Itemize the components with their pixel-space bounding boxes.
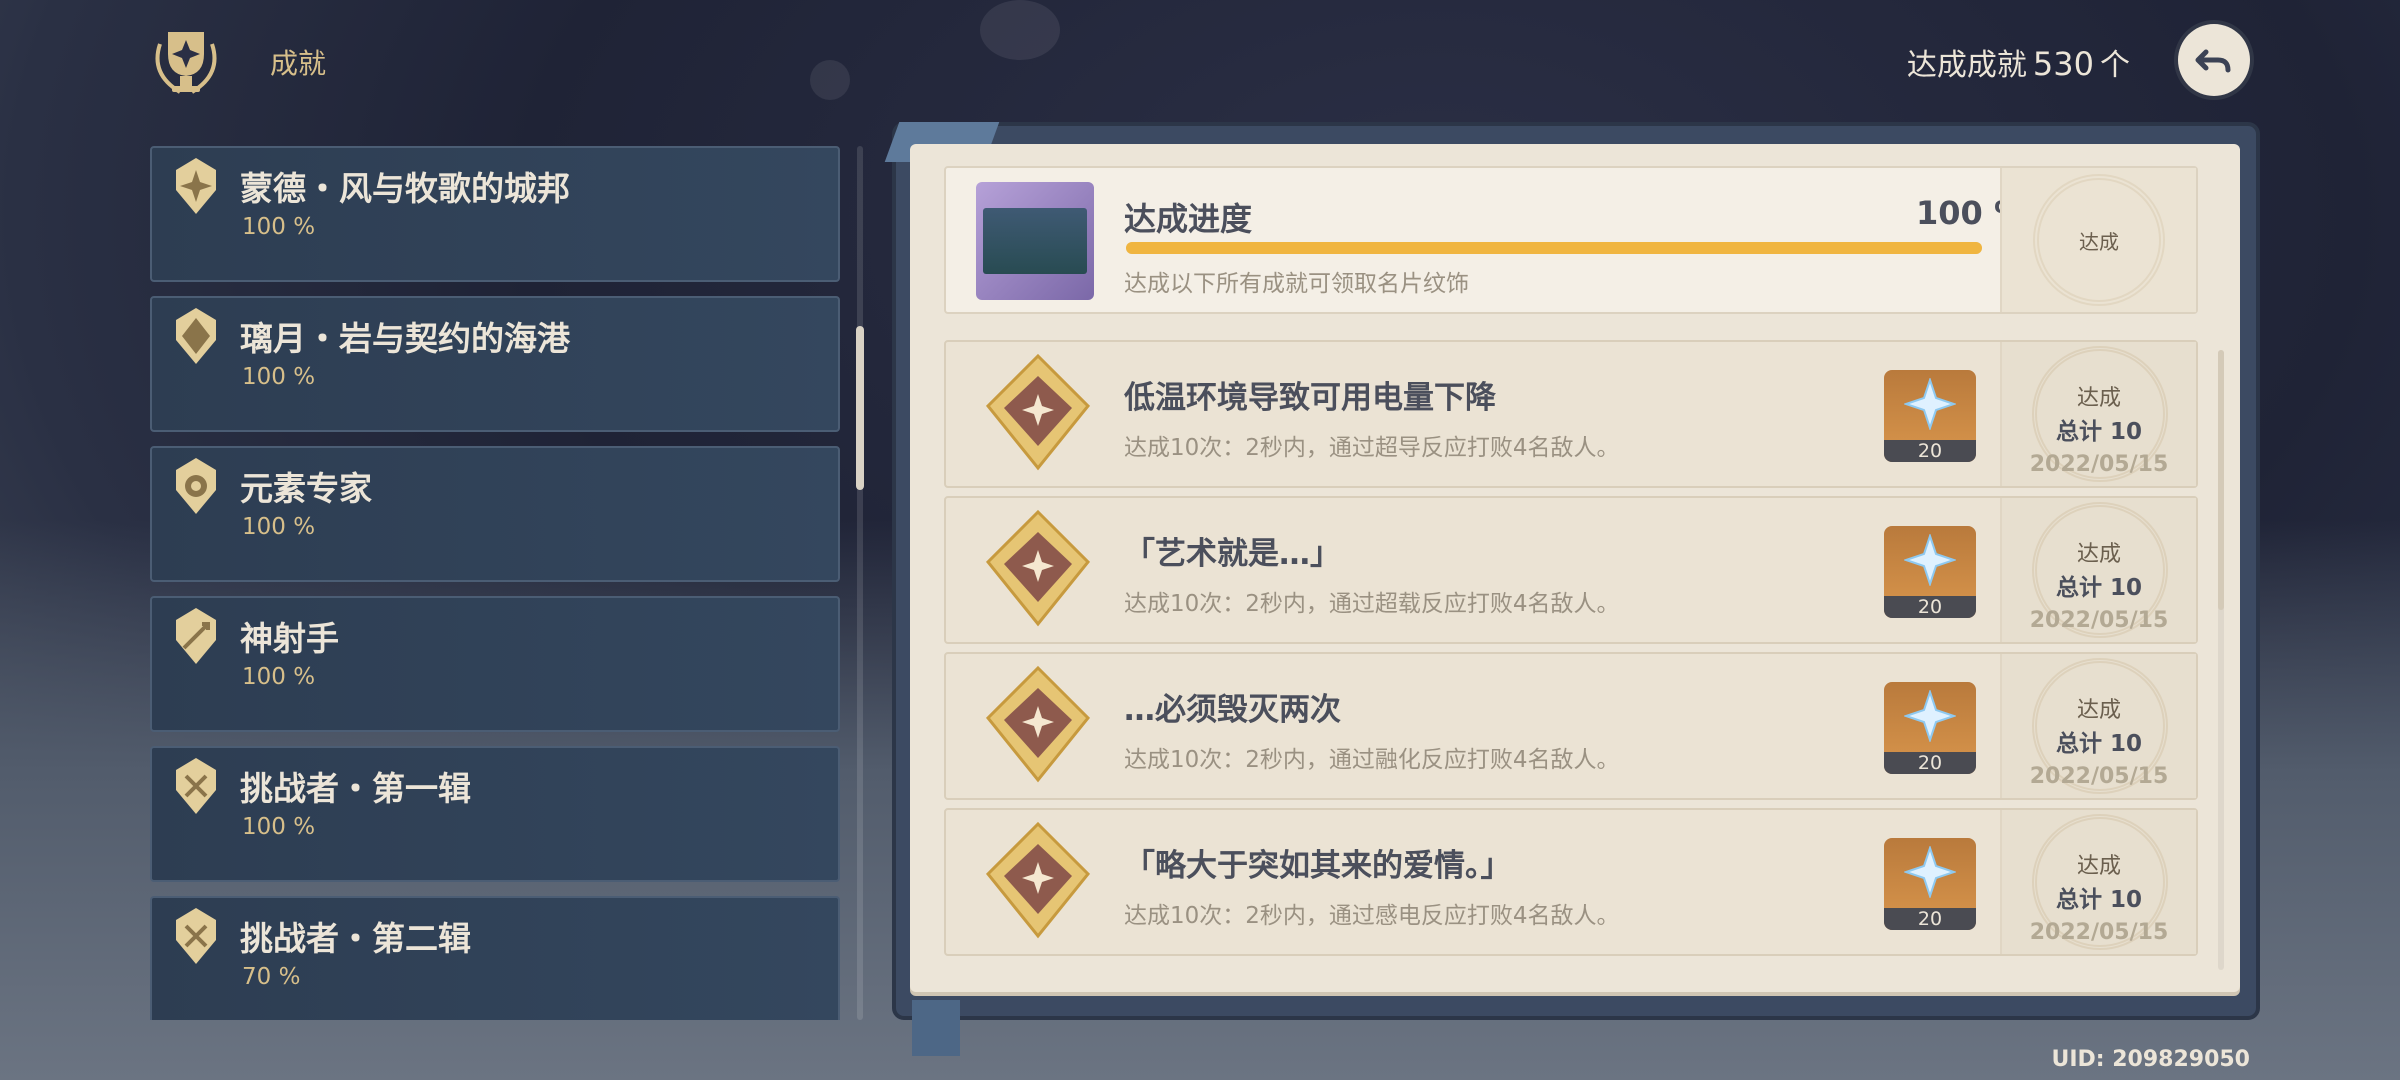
progress-bar-fill	[1126, 242, 1982, 254]
back-button[interactable]	[2178, 24, 2250, 96]
primogem-reward[interactable]: 20	[1884, 370, 1976, 462]
achievement-count: 达成成就 530 个	[1907, 40, 2130, 84]
completion-seal: 达成 总计 10 2022/05/15	[2000, 810, 2196, 954]
category-item[interactable]: 璃月・岩与契约的海港 100 %	[150, 296, 840, 432]
category-percent: 100 %	[242, 214, 316, 240]
sidebar-scrollbar-track[interactable]	[857, 146, 863, 1020]
primogem-icon	[1904, 846, 1956, 898]
achievement-title: 「艺术就是…」	[1124, 536, 1341, 572]
category-name: 神射手	[240, 619, 339, 658]
category-percent: 70 %	[242, 964, 301, 990]
category-item[interactable]: 蒙德・风与牧歌的城邦 100 %	[150, 146, 840, 282]
category-emblem-icon	[176, 308, 216, 364]
category-emblem-icon	[176, 908, 216, 964]
category-percent: 100 %	[242, 664, 316, 690]
progress-card: 达成进度 100 % 达成以下所有成就可领取名片纹饰 达成	[944, 166, 2198, 314]
completion-date: 2022/05/15	[2029, 608, 2169, 633]
achievement-row[interactable]: 低温环境导致可用电量下降 达成10次：2秒内，通过超导反应打败4名敌人。 20 …	[944, 340, 2198, 488]
achievement-row[interactable]: 「艺术就是…」 达成10次：2秒内，通过超载反应打败4名敌人。 20 达成 总计…	[944, 496, 2198, 644]
back-arrow-icon	[2195, 49, 2231, 73]
primogem-icon	[1904, 690, 1956, 742]
achievement-count-value: 530	[2032, 45, 2094, 83]
seal-status: 达成	[2076, 386, 2121, 411]
background-orb	[810, 60, 850, 100]
achievement-title: 「略大于突如其来的爱情。」	[1124, 848, 1512, 884]
primogem-icon	[1904, 534, 1956, 586]
achievement-badge-icon	[985, 353, 1091, 471]
category-emblem-icon	[176, 458, 216, 514]
category-name: 挑战者・第二辑	[240, 919, 471, 958]
category-name: 元素专家	[240, 469, 372, 508]
achievement-description: 达成10次：2秒内，通过融化反应打败4名敌人。	[1124, 747, 1620, 773]
category-list[interactable]: 蒙德・风与牧歌的城邦 100 % 璃月・岩与契约的海港 100 % 元素专家 1…	[150, 146, 842, 1020]
achievement-title: 低温环境导致可用电量下降	[1124, 380, 1496, 416]
category-name: 蒙德・风与牧歌的城邦	[240, 169, 570, 208]
trophy-icon	[155, 32, 217, 94]
completion-date: 2022/05/15	[2029, 452, 2169, 477]
achievement-row[interactable]: …必须毁灭两次 达成10次：2秒内，通过融化反应打败4名敌人。 20 达成 总计…	[944, 652, 2198, 800]
category-item[interactable]: 挑战者・第一辑 100 %	[150, 746, 840, 882]
achievement-count-prefix: 达成成就	[1906, 48, 2027, 83]
sidebar-scrollbar-thumb[interactable]	[856, 326, 864, 490]
progress-title: 达成进度	[1124, 200, 1253, 238]
background-orb	[980, 0, 1060, 60]
category-name: 挑战者・第一辑	[240, 769, 471, 808]
completion-seal: 达成 总计 10 2022/05/15	[2000, 654, 2196, 798]
achievement-description: 达成10次：2秒内，通过超载反应打败4名敌人。	[1124, 591, 1620, 617]
completion-seal: 达成	[2000, 168, 2196, 312]
achievement-description: 达成10次：2秒内，通过超导反应打败4名敌人。	[1124, 435, 1620, 461]
completion-seal: 达成 总计 10 2022/05/15	[2000, 342, 2196, 486]
category-emblem-icon	[176, 758, 216, 814]
seal-status: 达成	[2076, 698, 2121, 723]
reward-quantity: 20	[1884, 596, 1976, 618]
player-uid: UID: 209829050	[2051, 1047, 2250, 1072]
category-name: 璃月・岩与契约的海港	[240, 319, 570, 358]
achievement-row[interactable]: 「略大于突如其来的爱情。」 达成10次：2秒内，通过感电反应打败4名敌人。 20…	[944, 808, 2198, 956]
progress-description: 达成以下所有成就可领取名片纹饰	[1124, 271, 1469, 297]
reward-quantity: 20	[1884, 752, 1976, 774]
namecard-reward-image	[976, 182, 1094, 300]
seal-total: 总计 10	[2055, 731, 2142, 757]
progress-bar	[1126, 242, 1982, 254]
category-item[interactable]: 元素专家 100 %	[150, 446, 840, 582]
achievement-badge-icon	[985, 665, 1091, 783]
category-item[interactable]: 神射手 100 %	[150, 596, 840, 732]
achievement-count-suffix: 个	[2100, 48, 2130, 83]
completion-date: 2022/05/15	[2029, 764, 2169, 789]
category-percent: 100 %	[242, 364, 316, 390]
category-item[interactable]: 挑战者・第二辑 70 %	[150, 896, 840, 1020]
reward-quantity: 20	[1884, 440, 1976, 462]
achievement-title: …必须毁灭两次	[1124, 692, 1341, 728]
primogem-icon	[1904, 378, 1956, 430]
seal-total: 总计 10	[2055, 419, 2142, 445]
seal-total: 总计 10	[2055, 887, 2142, 913]
achievement-description: 达成10次：2秒内，通过感电反应打败4名敌人。	[1124, 903, 1620, 929]
seal-status: 达成	[2076, 854, 2121, 879]
seal-status: 达成	[2076, 542, 2121, 567]
achievement-badge-icon	[985, 821, 1091, 939]
seal-total: 总计 10	[2055, 575, 2142, 601]
achievement-badge-icon	[985, 509, 1091, 627]
category-emblem-icon	[176, 158, 216, 214]
completion-seal-text: 达成	[2079, 229, 2119, 254]
primogem-reward[interactable]: 20	[1884, 838, 1976, 930]
completion-seal: 达成 总计 10 2022/05/15	[2000, 498, 2196, 642]
book-ribbon	[912, 1000, 960, 1056]
page-title: 成就	[270, 47, 327, 80]
achievement-scrollbar-thumb[interactable]	[2218, 350, 2224, 610]
category-percent: 100 %	[242, 814, 316, 840]
category-emblem-icon	[176, 608, 216, 664]
primogem-reward[interactable]: 20	[1884, 682, 1976, 774]
completion-date: 2022/05/15	[2029, 920, 2169, 945]
primogem-reward[interactable]: 20	[1884, 526, 1976, 618]
category-percent: 100 %	[242, 514, 316, 540]
reward-quantity: 20	[1884, 908, 1976, 930]
